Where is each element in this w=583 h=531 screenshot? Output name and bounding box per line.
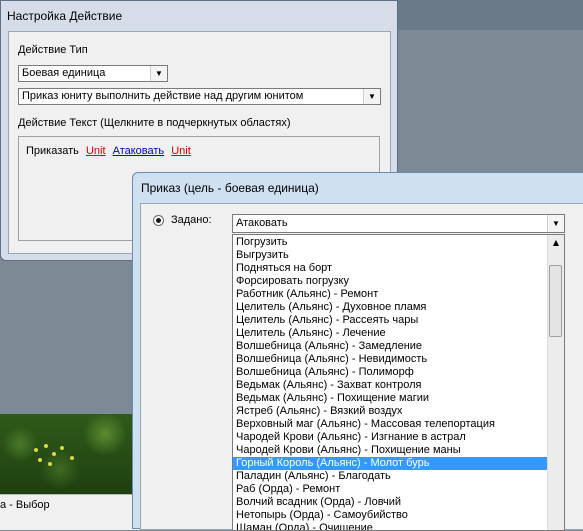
dropdown-item[interactable]: Ведьмак (Альянс) - Захват контроля bbox=[233, 379, 549, 392]
action-type-combo[interactable]: Боевая единица ▼ bbox=[18, 65, 168, 82]
order-target-window: Приказ (цель - боевая единица) Задано: А… bbox=[132, 172, 583, 531]
status-text: а - Выбор bbox=[0, 499, 50, 511]
unit-link-target[interactable]: Unit bbox=[171, 145, 191, 157]
dropdown-item[interactable]: Паладин (Альянс) - Благодать bbox=[233, 470, 549, 483]
dropdown-item[interactable]: Целитель (Альянс) - Рассеять чары bbox=[233, 314, 549, 327]
dropdown-item[interactable]: Волчий всадник (Орда) - Ловчий bbox=[233, 496, 549, 509]
order-link[interactable]: Атаковать bbox=[113, 145, 165, 157]
dropdown-item[interactable]: Целитель (Альянс) - Лечение bbox=[233, 327, 549, 340]
chevron-down-icon[interactable]: ▼ bbox=[150, 66, 167, 81]
window-title: Настройка Действие bbox=[7, 9, 123, 23]
dropdown-item[interactable]: Ведьмак (Альянс) - Похищение магии bbox=[233, 392, 549, 405]
scrollbar[interactable]: ▲ bbox=[547, 235, 564, 530]
action-text-label: Действие Текст (Щелкните в подчеркнутых … bbox=[18, 117, 291, 129]
dropdown-item[interactable]: Шаман (Орда) - Очищение bbox=[233, 522, 549, 530]
action-text-line: Приказать Unit Атаковать Unit bbox=[26, 145, 195, 157]
dropdown-item[interactable]: Чародей Крови (Альянс) - Изгнание в астр… bbox=[233, 431, 549, 444]
order-dropdown-list: Погрузить Выгрузить Подняться на борт Форси… bbox=[232, 234, 565, 531]
dropdown-item[interactable]: Форсировать погрузку bbox=[233, 275, 549, 288]
order-combo-value: Атаковать bbox=[236, 217, 288, 229]
chevron-down-icon[interactable]: ▼ bbox=[363, 89, 380, 104]
unit-link-subject[interactable]: Unit bbox=[86, 145, 106, 157]
dropdown-item[interactable]: Верховный маг (Альянс) - Массовая телепо… bbox=[233, 418, 549, 431]
preset-label: Задано: bbox=[171, 214, 212, 226]
dropdown-items: Погрузить Выгрузить Подняться на борт Форси… bbox=[233, 236, 549, 530]
chevron-down-icon[interactable]: ▼ bbox=[547, 215, 564, 232]
dropdown-item[interactable]: Чародей Крови (Альянс) - Похищение маны bbox=[233, 444, 549, 457]
preset-radio[interactable] bbox=[153, 215, 164, 226]
dropdown-item[interactable]: Выгрузить bbox=[233, 249, 549, 262]
action-text-static: Приказать bbox=[26, 145, 79, 157]
dropdown-item[interactable]: Горный Король (Альянс) - Молот бурь bbox=[233, 457, 549, 470]
dropdown-item[interactable]: Целитель (Альянс) - Духовное пламя bbox=[233, 301, 549, 314]
dropdown-item[interactable]: Волшебница (Альянс) - Полиморф bbox=[233, 366, 549, 379]
dropdown-item[interactable]: Нетопырь (Орда) - Самоубийство bbox=[233, 509, 549, 522]
scroll-up-arrow-icon[interactable]: ▲ bbox=[548, 235, 564, 251]
order-combo[interactable]: Атаковать ▼ bbox=[232, 214, 565, 233]
scroll-thumb[interactable] bbox=[549, 265, 562, 337]
action-type-label: Действие Тип bbox=[18, 44, 88, 56]
terrain-flowers bbox=[30, 440, 100, 470]
window-title: Приказ (цель - боевая единица) bbox=[141, 181, 319, 195]
dropdown-item[interactable]: Работник (Альянс) - Ремонт bbox=[233, 288, 549, 301]
dropdown-item[interactable]: Подняться на борт bbox=[233, 262, 549, 275]
dropdown-item[interactable]: Волшебница (Альянс) - Невидимость bbox=[233, 353, 549, 366]
action-value: Приказ юниту выполнить действие над друг… bbox=[22, 90, 304, 102]
action-type-value: Боевая единица bbox=[22, 67, 106, 79]
dropdown-item[interactable]: Раб (Орда) - Ремонт bbox=[233, 483, 549, 496]
window-client-area: Задано: Атаковать ▼ Погрузить Выгрузить По… bbox=[140, 203, 583, 531]
action-combo[interactable]: Приказ юниту выполнить действие над друг… bbox=[18, 88, 381, 105]
dropdown-item[interactable]: Ястреб (Альянс) - Вязкий воздух bbox=[233, 405, 549, 418]
dropdown-item[interactable]: Погрузить bbox=[233, 236, 549, 249]
dropdown-item[interactable]: Волшебница (Альянс) - Замедление bbox=[233, 340, 549, 353]
